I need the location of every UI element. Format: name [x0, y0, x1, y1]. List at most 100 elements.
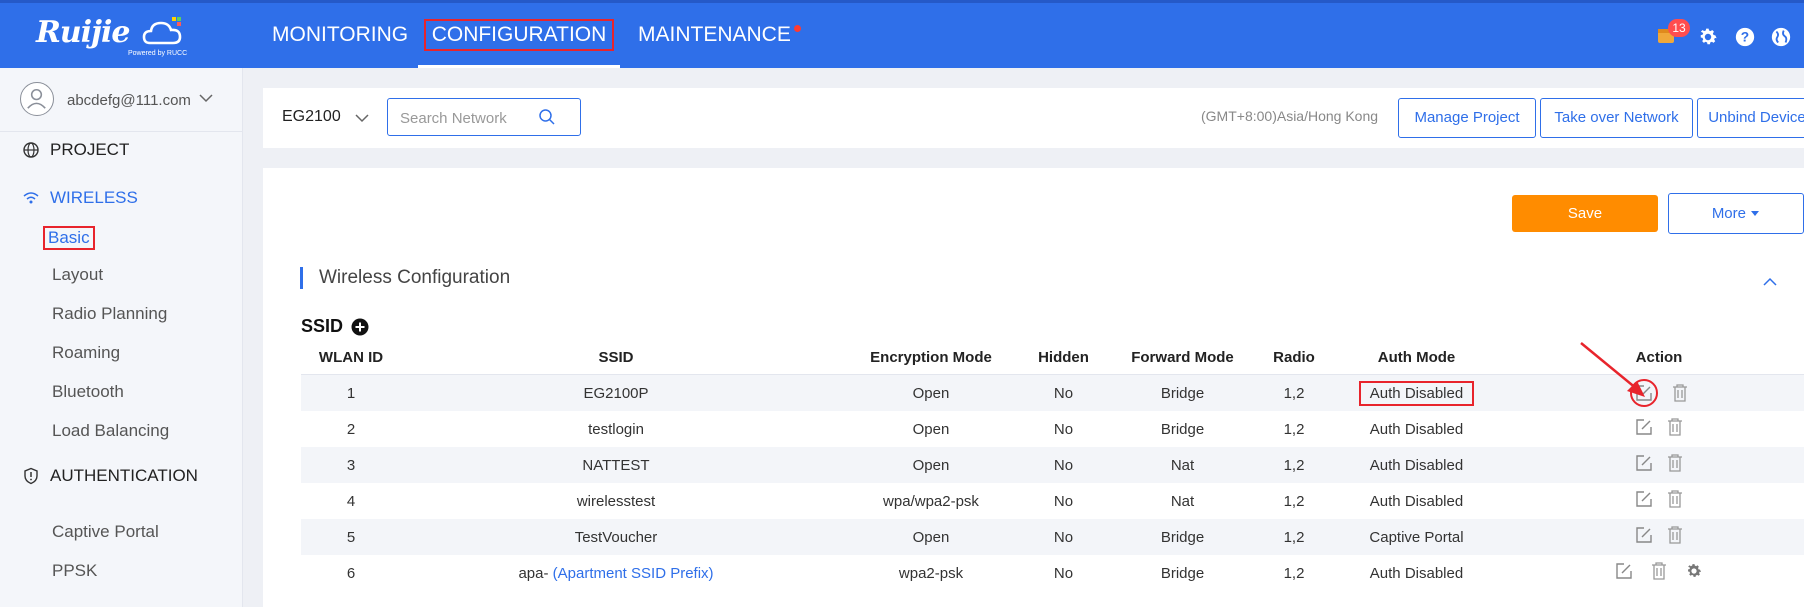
gear-icon[interactable] — [1697, 26, 1719, 48]
radio-cell: 1,2 — [1269, 447, 1319, 483]
ssid-cell: apa- (Apartment SSID Prefix) — [401, 555, 831, 591]
manage-project-button[interactable]: Manage Project — [1398, 98, 1536, 138]
action-cell — [1514, 483, 1804, 519]
apartment-prefix-link[interactable]: (Apartment SSID Prefix) — [553, 565, 714, 582]
trash-icon[interactable] — [1667, 454, 1683, 472]
sidebar-item-roaming[interactable]: Roaming — [52, 343, 120, 363]
edit-icon[interactable] — [1615, 562, 1633, 580]
forward-mode-cell: Bridge — [1096, 374, 1269, 411]
notification-badge: 13 — [1668, 19, 1690, 37]
sidebar-item-load-balancing[interactable]: Load Balancing — [52, 421, 169, 441]
auth-mode-highlight: Auth Disabled — [1358, 380, 1475, 406]
auth-mode-cell: Auth Disabled — [1369, 492, 1464, 510]
encryption-cell: wpa2-psk — [898, 564, 964, 582]
nav-maintenance[interactable]: MAINTENANCE — [638, 3, 801, 68]
encryption-cell: wpa/wpa2-psk — [883, 492, 979, 510]
more-button[interactable]: More — [1668, 193, 1804, 234]
user-email: abcdefg@111.com — [67, 92, 191, 109]
ssid-cell: TestVoucher — [401, 519, 831, 555]
logo-subtitle: Powered by RUCC — [128, 50, 188, 57]
top-bar: Ruijie Powered by RUCC MONITORING CONFIG… — [0, 0, 1804, 68]
user-icon — [27, 89, 46, 109]
sidebar-item-bluetooth[interactable]: Bluetooth — [52, 382, 124, 402]
network-bar: EG2100 (GMT+8:00)Asia/Hong Kong Manage P… — [263, 88, 1804, 148]
ssid-cell: NATTEST — [401, 447, 831, 483]
radio-cell: 1,2 — [1283, 492, 1305, 510]
timezone-label: (GMT+8:00)Asia/Hong Kong — [1201, 108, 1379, 124]
edit-icon[interactable] — [1635, 490, 1653, 508]
trash-icon[interactable] — [1667, 418, 1683, 436]
trash-icon[interactable] — [1667, 526, 1683, 544]
nav-configuration[interactable]: CONFIGURATION — [418, 3, 620, 68]
hidden-cell: No — [1031, 519, 1096, 555]
wlan-id-cell: 4 — [346, 492, 356, 510]
sidebar-item-basic[interactable]: Basic — [43, 226, 95, 250]
chevron-up-icon[interactable] — [1762, 274, 1778, 290]
more-label: More — [1711, 205, 1746, 222]
nav-configuration-label: CONFIGURATION — [423, 19, 615, 51]
avatar[interactable] — [20, 82, 54, 116]
user-menu[interactable]: abcdefg@111.com — [0, 68, 242, 132]
hidden-cell: No — [1053, 492, 1074, 510]
hidden-cell: No — [1053, 564, 1074, 582]
edit-icon[interactable] — [1635, 418, 1653, 436]
take-over-network-button[interactable]: Take over Network — [1540, 98, 1693, 138]
action-cell — [1514, 411, 1804, 447]
wlan-id-cell: 2 — [346, 420, 356, 438]
unbind-device-button[interactable]: Unbind Device — [1697, 98, 1804, 138]
table-row: 5 TestVoucher Open No Bridge 1,2 Captive… — [301, 519, 1804, 555]
sidebar-item-label: WIRELESS — [50, 188, 138, 207]
help-icon[interactable]: ? — [1734, 26, 1756, 48]
action-cell — [1514, 374, 1804, 411]
ssid-title: SSID — [301, 316, 344, 336]
chevron-down-icon[interactable] — [354, 110, 370, 126]
add-circle-icon[interactable] — [351, 318, 369, 336]
radio-cell: 1,2 — [1283, 564, 1305, 582]
edit-icon[interactable] — [1635, 454, 1653, 472]
hidden-cell: No — [1031, 374, 1096, 411]
search-network — [387, 98, 581, 136]
encryption-cell: Open — [831, 374, 1031, 411]
ruijie-logo[interactable]: Ruijie Powered by RUCC — [36, 15, 196, 61]
sidebar-item-layout[interactable]: Layout — [52, 265, 103, 285]
sidebar-item-label: PROJECT — [50, 140, 130, 159]
forward-mode-cell: Nat — [1096, 447, 1269, 483]
table-row: 6 apa- (Apartment SSID Prefix) wpa2-psk … — [301, 555, 1804, 591]
trash-icon[interactable] — [1672, 384, 1688, 402]
save-button[interactable]: Save — [1512, 195, 1658, 232]
table-row: 2 testlogin Open No Bridge 1,2 Auth Disa… — [301, 411, 1804, 447]
main-panel: Save More Wireless Configuration SSID WL… — [263, 168, 1804, 607]
edit-icon[interactable] — [1635, 526, 1653, 544]
sidebar-item-authentication[interactable]: AUTHENTICATION — [22, 466, 198, 486]
trash-icon[interactable] — [1651, 562, 1667, 580]
ssid-heading: SSID — [301, 316, 369, 337]
sidebar-item-wireless[interactable]: WIRELESS — [22, 188, 138, 208]
column-header: Action — [1514, 340, 1804, 375]
annotation-arrow-icon — [1580, 342, 1645, 397]
wlan-id-cell: 6 — [346, 564, 356, 582]
chevron-down-icon[interactable] — [198, 90, 214, 106]
nav-monitoring[interactable]: MONITORING — [272, 3, 408, 68]
action-cell — [1514, 555, 1804, 591]
globe-icon[interactable] — [1770, 26, 1792, 48]
column-header: Forward Mode — [1096, 340, 1269, 375]
sidebar-item-captive-portal[interactable]: Captive Portal — [52, 522, 159, 542]
search-icon[interactable] — [538, 108, 556, 126]
sidebar-item-radio-planning[interactable]: Radio Planning — [52, 304, 167, 324]
network-name[interactable]: EG2100 — [282, 108, 341, 126]
auth-mode-cell: Auth Disabled — [1319, 447, 1514, 483]
globe-icon — [23, 142, 39, 158]
gear-icon[interactable] — [1685, 562, 1703, 580]
auth-mode-cell: Auth Disabled — [1369, 564, 1464, 582]
sidebar-item-ppsk[interactable]: PPSK — [52, 561, 97, 581]
logo-text: Ruijie — [36, 15, 130, 50]
section-title: Wireless Configuration — [300, 267, 510, 289]
ssid-cell: wirelesstest — [576, 492, 656, 510]
search-input[interactable] — [398, 105, 542, 131]
auth-mode-cell: Auth Disabled — [1369, 420, 1464, 438]
trash-icon[interactable] — [1667, 490, 1683, 508]
forward-mode-cell: Bridge — [1096, 519, 1269, 555]
sidebar-item-project[interactable]: PROJECT — [22, 140, 129, 160]
ssid-prefix: apa- — [518, 564, 549, 582]
ssid-cell: EG2100P — [401, 374, 831, 411]
